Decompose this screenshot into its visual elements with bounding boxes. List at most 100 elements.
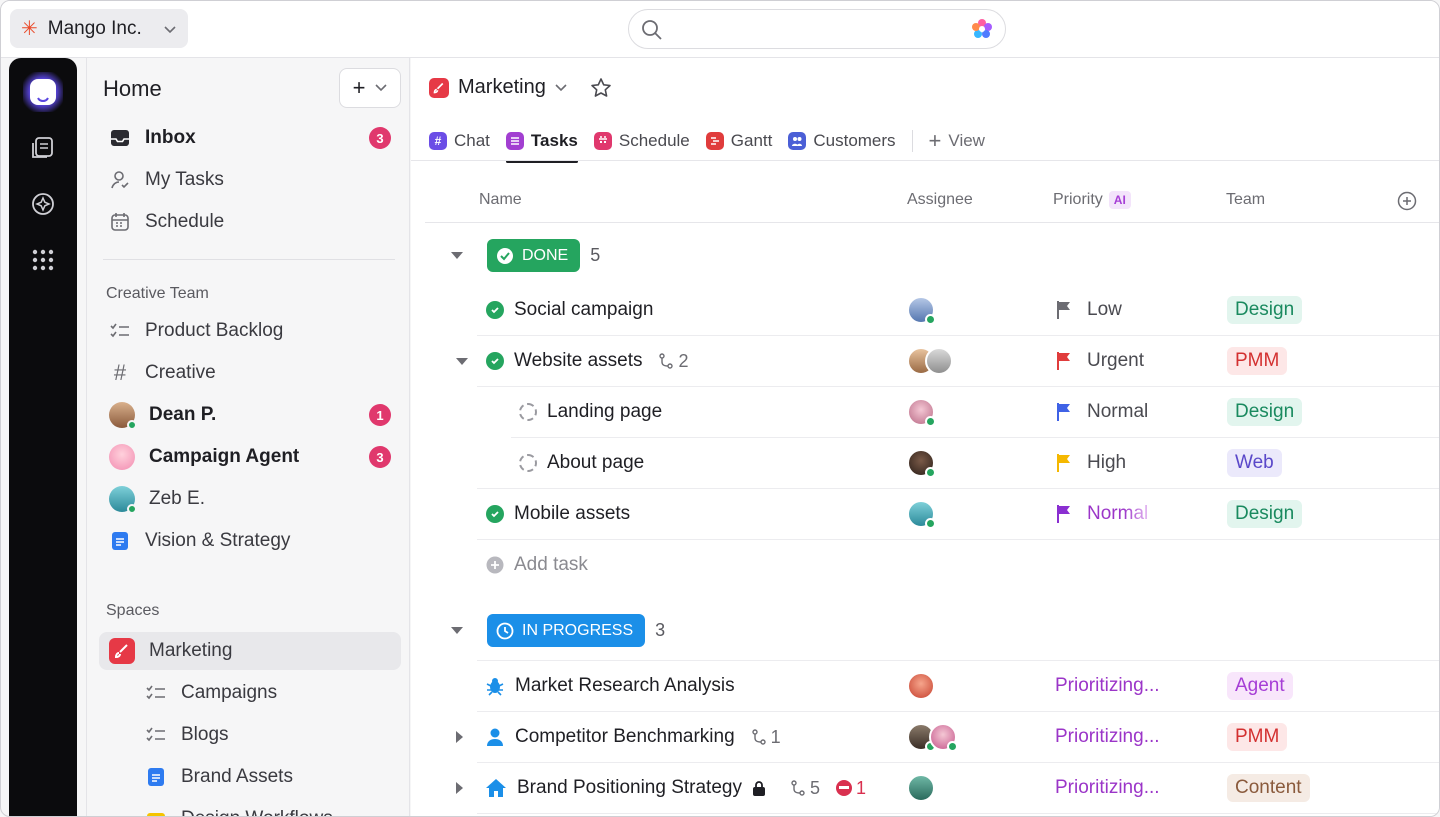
add-column-button[interactable] (1397, 191, 1417, 216)
column-header-priority[interactable]: Priority AI (1053, 191, 1131, 209)
sidebar-item-design-workflows[interactable]: Design Workflows (135, 800, 401, 816)
space-title[interactable]: Marketing (429, 76, 612, 99)
rail-home-button[interactable] (23, 72, 63, 112)
subtask-count[interactable]: 5 (790, 778, 820, 799)
star-icon[interactable] (590, 77, 612, 99)
plus-icon: + (352, 75, 366, 100)
table-row[interactable]: Landing page Normal Design (411, 387, 1439, 438)
priority-cell[interactable]: Prioritizing... (1055, 763, 1160, 813)
assignee-cell[interactable] (907, 336, 953, 386)
add-task-row[interactable]: Add task (411, 540, 1439, 591)
priority-label: Urgent (1087, 350, 1145, 371)
priority-label: Prioritizing... (1055, 777, 1160, 798)
table-row[interactable]: Mobile assets Normal Design (411, 489, 1439, 540)
priority-cell[interactable]: Normal (1055, 387, 1148, 437)
sidebar-item-campaigns[interactable]: Campaigns (135, 674, 401, 712)
team-tag[interactable]: Design (1227, 398, 1303, 426)
assignee-cell[interactable] (907, 763, 935, 813)
sidebar-item-vision-strategy[interactable]: Vision & Strategy (99, 522, 401, 560)
online-status-dot (127, 504, 137, 514)
sidebar-item-my-tasks[interactable]: My Tasks (99, 161, 401, 199)
priority-cell[interactable]: Prioritizing... (1055, 661, 1160, 711)
assignee-cell[interactable] (907, 489, 936, 539)
search-input[interactable] (628, 9, 1006, 49)
priority-cell[interactable]: Urgent (1055, 336, 1144, 386)
workspace-name: Mango Inc. (47, 17, 142, 39)
table-row[interactable]: Brand Positioning Strategy 5 1 Prioritiz… (411, 763, 1439, 814)
team-tag[interactable]: PMM (1227, 347, 1288, 375)
blocked-icon (835, 780, 852, 796)
ai-brain-icon[interactable] (971, 18, 993, 45)
column-header-label: Name (479, 191, 522, 208)
sidebar-item-blogs[interactable]: Blogs (135, 716, 401, 754)
team-tag[interactable]: Content (1227, 774, 1310, 802)
table-row[interactable]: Website assets 2 Urgent PMM (411, 336, 1439, 387)
subtask-count[interactable]: 2 (658, 350, 689, 372)
workspace-logo-icon: ✳ (21, 17, 38, 40)
column-header-team[interactable]: Team (1226, 191, 1265, 209)
sidebar-item-dean[interactable]: Dean P. 1 (99, 396, 401, 434)
group-header-in-progress[interactable]: IN PROGRESS 3 (451, 614, 665, 647)
priority-cell[interactable]: Prioritizing... (1055, 712, 1160, 762)
rail-apps-button[interactable] (23, 240, 63, 280)
tab-schedule[interactable]: Schedule (593, 122, 690, 160)
assignee-cell[interactable] (907, 387, 936, 437)
tab-chat[interactable]: # Chat (429, 122, 490, 160)
expand-caret-icon[interactable] (456, 782, 463, 794)
hash-icon: # (429, 132, 447, 150)
team-tag[interactable]: PMM (1227, 723, 1288, 751)
page-title: Marketing (458, 76, 546, 98)
todo-circle-icon[interactable] (519, 454, 537, 472)
group-header-done[interactable]: DONE 5 (451, 239, 600, 272)
assignee-cell[interactable] (907, 438, 936, 488)
team-tag[interactable]: Agent (1227, 672, 1293, 700)
task-name: Social campaign (514, 299, 654, 320)
workspace-switcher[interactable]: ✳ Mango Inc. (10, 9, 188, 48)
todo-circle-icon[interactable] (519, 403, 537, 421)
team-tag[interactable]: Design (1227, 296, 1303, 324)
sidebar-item-campaign-agent[interactable]: Campaign Agent 3 (99, 438, 401, 476)
assignee-cell[interactable] (907, 285, 936, 335)
check-circle-icon[interactable] (486, 301, 504, 319)
table-row[interactable]: Social campaign Low Design (411, 285, 1439, 336)
assignee-cell[interactable] (907, 712, 958, 762)
tab-tasks[interactable]: Tasks (505, 122, 578, 163)
expand-caret-icon[interactable] (456, 358, 468, 365)
table-row[interactable]: Market Research Analysis Prioritizing...… (411, 661, 1439, 712)
column-header-assignee[interactable]: Assignee (907, 191, 973, 209)
sidebar-item-zeb[interactable]: Zeb E. (99, 480, 401, 518)
tab-gantt[interactable]: Gantt (705, 122, 772, 160)
priority-cell[interactable]: Normal (1055, 489, 1148, 539)
assignee-cell[interactable] (907, 661, 935, 711)
sidebar-item-label: Inbox (145, 127, 196, 148)
table-row[interactable]: Competitor Benchmarking 1 Prioritizing..… (411, 712, 1439, 763)
expand-caret-icon[interactable] (456, 731, 463, 743)
sidebar-item-schedule[interactable]: Schedule (99, 203, 401, 241)
calendar-icon (109, 211, 131, 233)
sidebar-item-product-backlog[interactable]: Product Backlog (99, 312, 401, 350)
collapse-caret-icon[interactable] (451, 627, 463, 634)
sidebar-item-creative[interactable]: # Creative (99, 354, 401, 392)
subtask-count[interactable]: 1 (751, 727, 781, 748)
subtask-count-value: 2 (678, 350, 689, 371)
add-view-button[interactable]: + View (929, 122, 985, 160)
tab-customers[interactable]: Customers (788, 122, 896, 160)
priority-cell[interactable]: High (1055, 438, 1126, 488)
table-row[interactable]: About page High Web (411, 438, 1439, 489)
check-circle-icon[interactable] (486, 505, 504, 523)
rail-docs-button[interactable] (23, 128, 63, 168)
blocked-count[interactable]: 1 (835, 778, 866, 799)
sidebar-item-label: Product Backlog (145, 320, 284, 341)
team-tag[interactable]: Web (1227, 449, 1282, 477)
create-button[interactable]: + (339, 68, 401, 108)
priority-cell[interactable]: Low (1055, 285, 1122, 335)
column-header-label: Team (1226, 191, 1266, 208)
collapse-caret-icon[interactable] (451, 252, 463, 259)
rail-ai-button[interactable] (23, 184, 63, 224)
sidebar-item-marketing[interactable]: Marketing (99, 632, 401, 670)
column-header-name[interactable]: Name (479, 191, 522, 209)
sidebar-item-brand-assets[interactable]: Brand Assets (135, 758, 401, 796)
check-circle-icon[interactable] (486, 352, 504, 370)
team-tag[interactable]: Design (1227, 500, 1303, 528)
sidebar-item-inbox[interactable]: Inbox 3 (99, 119, 401, 157)
